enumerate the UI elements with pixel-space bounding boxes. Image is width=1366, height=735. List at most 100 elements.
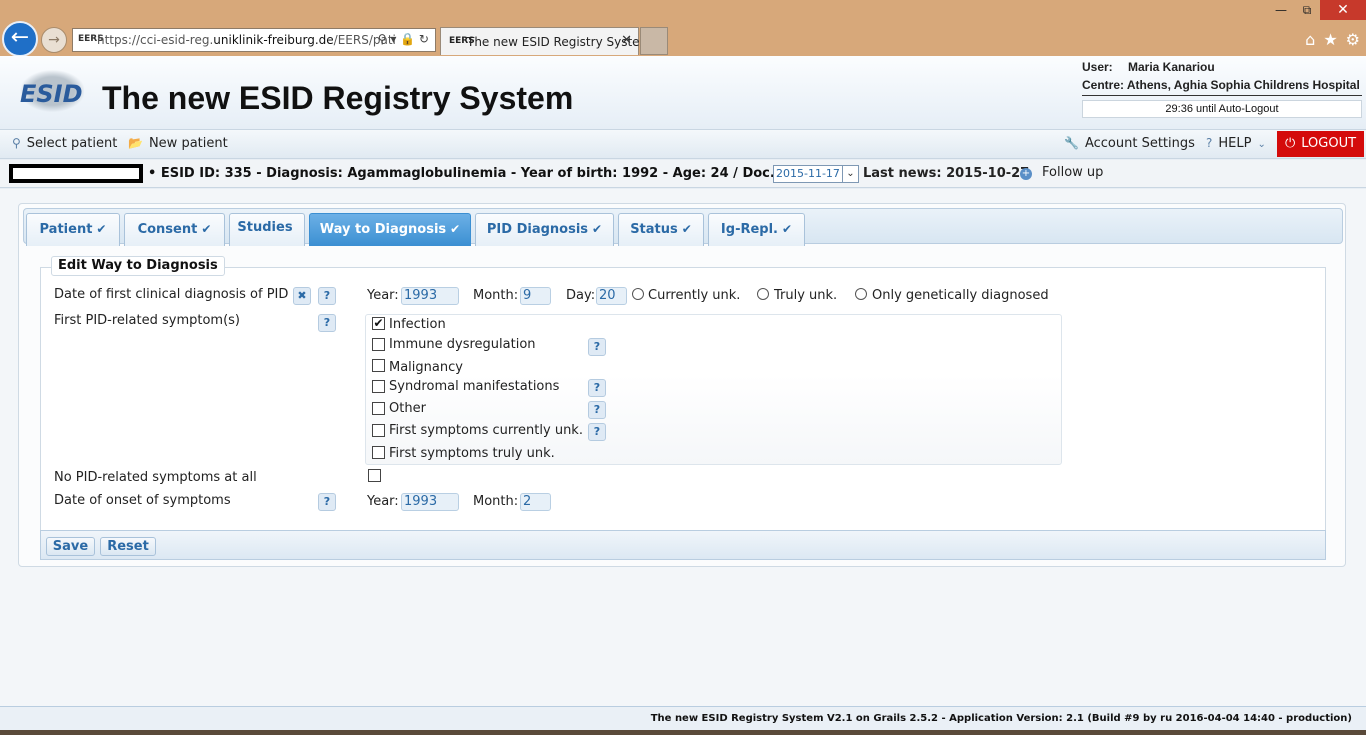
tab-ig-repl[interactable]: Ig-Repl. ✔ [708, 213, 805, 246]
checkmark-icon: ✔ [450, 222, 461, 236]
autologout-timer: 29:36 until Auto-Logout [1082, 100, 1362, 118]
search-icon: ⚲ [12, 136, 21, 150]
chevron-down-icon: ⌄ [1257, 139, 1266, 150]
malignancy-label: Malignancy [389, 360, 463, 375]
page-footer: The new ESID Registry System V2.1 on Gra… [0, 706, 1366, 730]
patient-info: • ESID ID: 335 - Diagnosis: Agammaglobul… [148, 166, 818, 181]
window-controls: — ⧉ ✕ [1268, 0, 1366, 20]
esid-logo: ESID [10, 64, 86, 120]
follow-up-link[interactable]: + Follow up [1020, 165, 1103, 180]
user-label: User: [1082, 60, 1113, 74]
forward-arrow-icon[interactable]: → [41, 27, 67, 53]
checkmark-icon: ✔ [592, 222, 603, 236]
onset-label: Date of onset of symptoms [54, 493, 231, 508]
doc-date-select[interactable]: 2015-11-17 ⌄ [773, 165, 859, 183]
tab-consent[interactable]: Consent ✔ [124, 213, 225, 246]
genetically-diagnosed-radio[interactable] [855, 288, 867, 300]
tab-bar: Patient ✔ Consent ✔ Studies Way to Diagnos… [23, 208, 1343, 246]
help-menu[interactable]: ? HELP ⌄ [1206, 136, 1266, 151]
account-settings-link[interactable]: 🔧 Account Settings [1064, 136, 1195, 151]
help-button[interactable]: ? [588, 379, 606, 397]
address-tools-icon[interactable]: ⚲ ▾ 🔒 ↻ [378, 32, 429, 46]
month-label: Month: [473, 288, 519, 303]
truly-unk-label: First symptoms truly unk. [389, 446, 555, 461]
tab-label: Status [630, 222, 678, 237]
onset-year-input[interactable]: 1993 [401, 493, 459, 511]
tab-status[interactable]: Status ✔ [618, 213, 704, 246]
tab-label: Ig-Repl. [720, 222, 778, 237]
new-patient-link[interactable]: 📂 New patient [128, 136, 228, 151]
settings-gear-icon[interactable]: ⚙ [1346, 30, 1360, 49]
last-news: Last news: 2015-10-27 [863, 166, 1030, 181]
reset-button[interactable]: Reset [100, 537, 156, 556]
browser-tab[interactable]: EERS The new ESID Registry Syste... ✕ [440, 27, 651, 55]
tab-way-to-diagnosis[interactable]: Way to Diagnosis ✔ [309, 213, 471, 246]
logout-button[interactable]: ⏻ LOGOUT [1277, 131, 1364, 157]
follow-up-label: Follow up [1042, 165, 1104, 180]
logout-label: LOGOUT [1301, 136, 1357, 151]
help-button[interactable]: ? [588, 338, 606, 356]
day-label: Day: [566, 288, 596, 303]
account-settings-label: Account Settings [1084, 136, 1195, 151]
back-arrow-icon[interactable]: ← [2, 21, 38, 57]
help-button[interactable]: ? [318, 493, 336, 511]
doc-date-value: 2015-11-17 [776, 167, 840, 180]
help-button[interactable]: ? [588, 423, 606, 441]
malignancy-checkbox[interactable] [372, 359, 385, 372]
immune-dysregulation-checkbox[interactable] [372, 338, 385, 351]
address-bar[interactable]: EERS https://cci-esid-reg.uniklinik-frei… [72, 28, 436, 52]
favorites-star-icon[interactable]: ★ [1323, 30, 1337, 49]
centre-name: Centre: Athens, Aghia Sophia Childrens H… [1082, 78, 1362, 96]
tab-pid-diagnosis[interactable]: PID Diagnosis ✔ [475, 213, 614, 246]
select-patient-label: Select patient [26, 136, 118, 151]
year-label: Year: [367, 288, 399, 303]
infection-checkbox[interactable]: ✔ [372, 317, 385, 330]
tab-patient[interactable]: Patient ✔ [26, 213, 120, 246]
tab-label: PID Diagnosis [486, 222, 589, 237]
truly-unk-checkbox[interactable] [372, 446, 385, 459]
form-legend: Edit Way to Diagnosis [51, 256, 225, 276]
year-input[interactable]: 1993 [401, 287, 459, 305]
power-icon: ⏻ [1284, 136, 1296, 151]
tab-label: Way to Diagnosis [319, 222, 447, 237]
tab-label: Studies [237, 220, 293, 235]
help-button[interactable]: ? [318, 314, 336, 332]
help-button[interactable]: ? [588, 401, 606, 419]
onset-year-label: Year: [367, 494, 399, 509]
currently-unk-checkbox[interactable] [372, 424, 385, 437]
syndromal-checkbox[interactable] [372, 380, 385, 393]
currently-unknown-label: Currently unk. [648, 288, 741, 303]
truly-unknown-radio[interactable] [757, 288, 769, 300]
other-checkbox[interactable] [372, 402, 385, 415]
folder-icon: 📂 [128, 136, 143, 150]
home-icon[interactable]: ⌂ [1305, 30, 1315, 49]
month-input[interactable]: 9 [520, 287, 551, 305]
question-icon: ? [1206, 136, 1213, 150]
restore-icon[interactable]: ⧉ [1294, 0, 1320, 20]
window-close-icon[interactable]: ✕ [1320, 0, 1366, 20]
onset-month-input[interactable]: 2 [520, 493, 551, 511]
new-tab-button[interactable] [640, 27, 668, 55]
new-patient-label: New patient [148, 136, 228, 151]
minimize-icon[interactable]: — [1268, 0, 1294, 20]
plus-circle-icon: + [1020, 168, 1032, 180]
currently-unknown-radio[interactable] [632, 288, 644, 300]
save-button[interactable]: Save [46, 537, 95, 556]
browser-chrome: ← → EERS https://cci-esid-reg.uniklinik-… [0, 0, 1366, 57]
symptoms-label: First PID-related symptom(s) [54, 313, 240, 328]
help-button[interactable]: ? [318, 287, 336, 305]
immune-dysregulation-label: Immune dysregulation [389, 337, 536, 352]
close-tab-icon[interactable]: ✕ [621, 33, 632, 48]
day-input[interactable]: 20 [596, 287, 627, 305]
truly-unknown-label: Truly unk. [774, 288, 838, 303]
redacted-patient-name [9, 164, 143, 183]
app-header: ESID The new ESID Registry System User: M… [0, 56, 1366, 130]
no-symptoms-checkbox[interactable] [368, 469, 381, 482]
checkmark-icon: ✔ [681, 222, 692, 236]
onset-month-label: Month: [473, 494, 519, 509]
tab-studies[interactable]: Studies [229, 213, 305, 246]
browser-toolbar-icons: ⌂ ★ ⚙ [1305, 30, 1360, 49]
select-patient-link[interactable]: ⚲ Select patient [12, 136, 117, 151]
clear-date-button[interactable]: ✖ [293, 287, 311, 305]
tab-label: Consent [137, 222, 198, 237]
